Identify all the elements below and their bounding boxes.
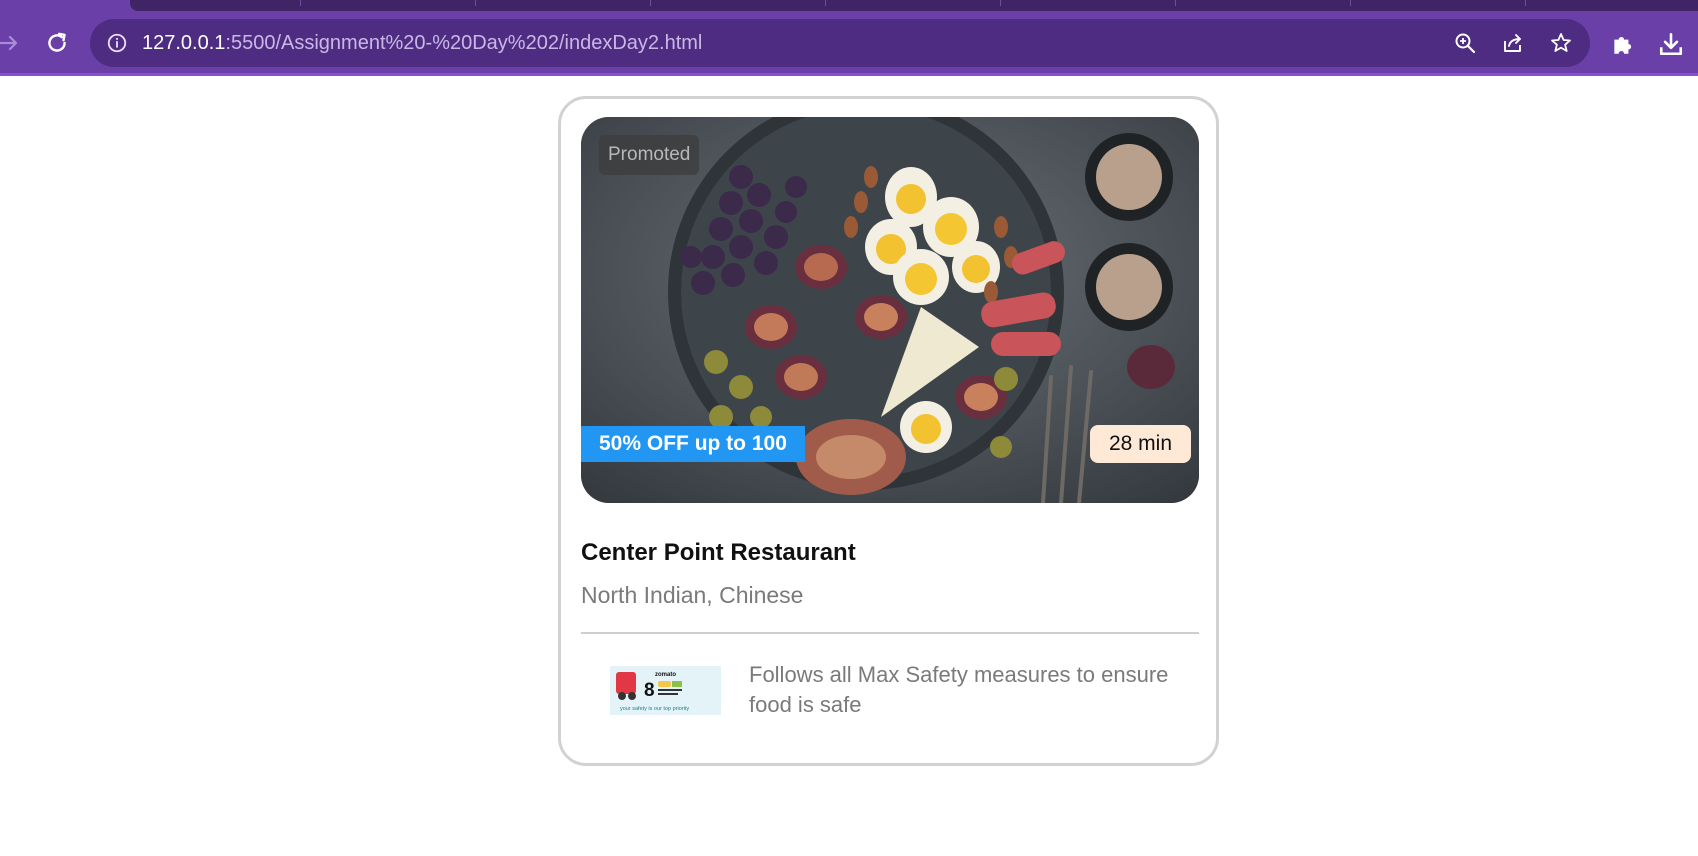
info-icon[interactable] [104,30,130,56]
address-bar[interactable]: 127.0.0.1:5500/Assignment%20-%20Day%202/… [90,19,1590,67]
share-icon[interactable] [1500,30,1526,56]
safety-badge-brand: zomato [655,672,676,678]
offer-badge: 50% OFF up to 100 [581,426,805,462]
cuisine-text: North Indian, Chinese [581,582,804,608]
delivery-time-badge: 28 min [1089,425,1191,463]
safety-badge-image: zomato 8 your safety is our top priority [610,666,721,715]
restaurant-photo: Promoted 50% OFF up to 100 28 min [581,117,1199,503]
zoom-icon[interactable] [1452,30,1478,56]
url-path: :5500/Assignment%20-%20Day%202/indexDay2… [225,32,703,54]
url-text[interactable]: 127.0.0.1:5500/Assignment%20-%20Day%202/… [142,31,702,55]
restaurant-card[interactable]: Promoted 50% OFF up to 100 28 min Center… [558,96,1219,766]
reload-icon[interactable] [42,28,72,58]
star-icon[interactable] [1548,30,1574,56]
browser-toolbar: 127.0.0.1:5500/Assignment%20-%20Day%202/… [0,11,1698,76]
url-host: 127.0.0.1 [142,32,226,54]
safety-badge-number: 8 [644,680,655,701]
promoted-badge: Promoted [599,135,700,175]
tab-strip[interactable] [130,0,1698,11]
restaurant-name[interactable]: Center Point Restaurant [581,539,856,567]
download-icon[interactable] [1657,30,1685,58]
divider [581,632,1199,634]
safety-message: Follows all Max Safety measures to ensur… [749,662,1169,717]
safety-badge-tagline: your safety is our top priority [620,706,689,712]
forward-arrow-icon[interactable] [0,28,24,58]
browser-chrome: 127.0.0.1:5500/Assignment%20-%20Day%202/… [0,0,1698,76]
puzzle-icon[interactable] [1609,30,1637,58]
